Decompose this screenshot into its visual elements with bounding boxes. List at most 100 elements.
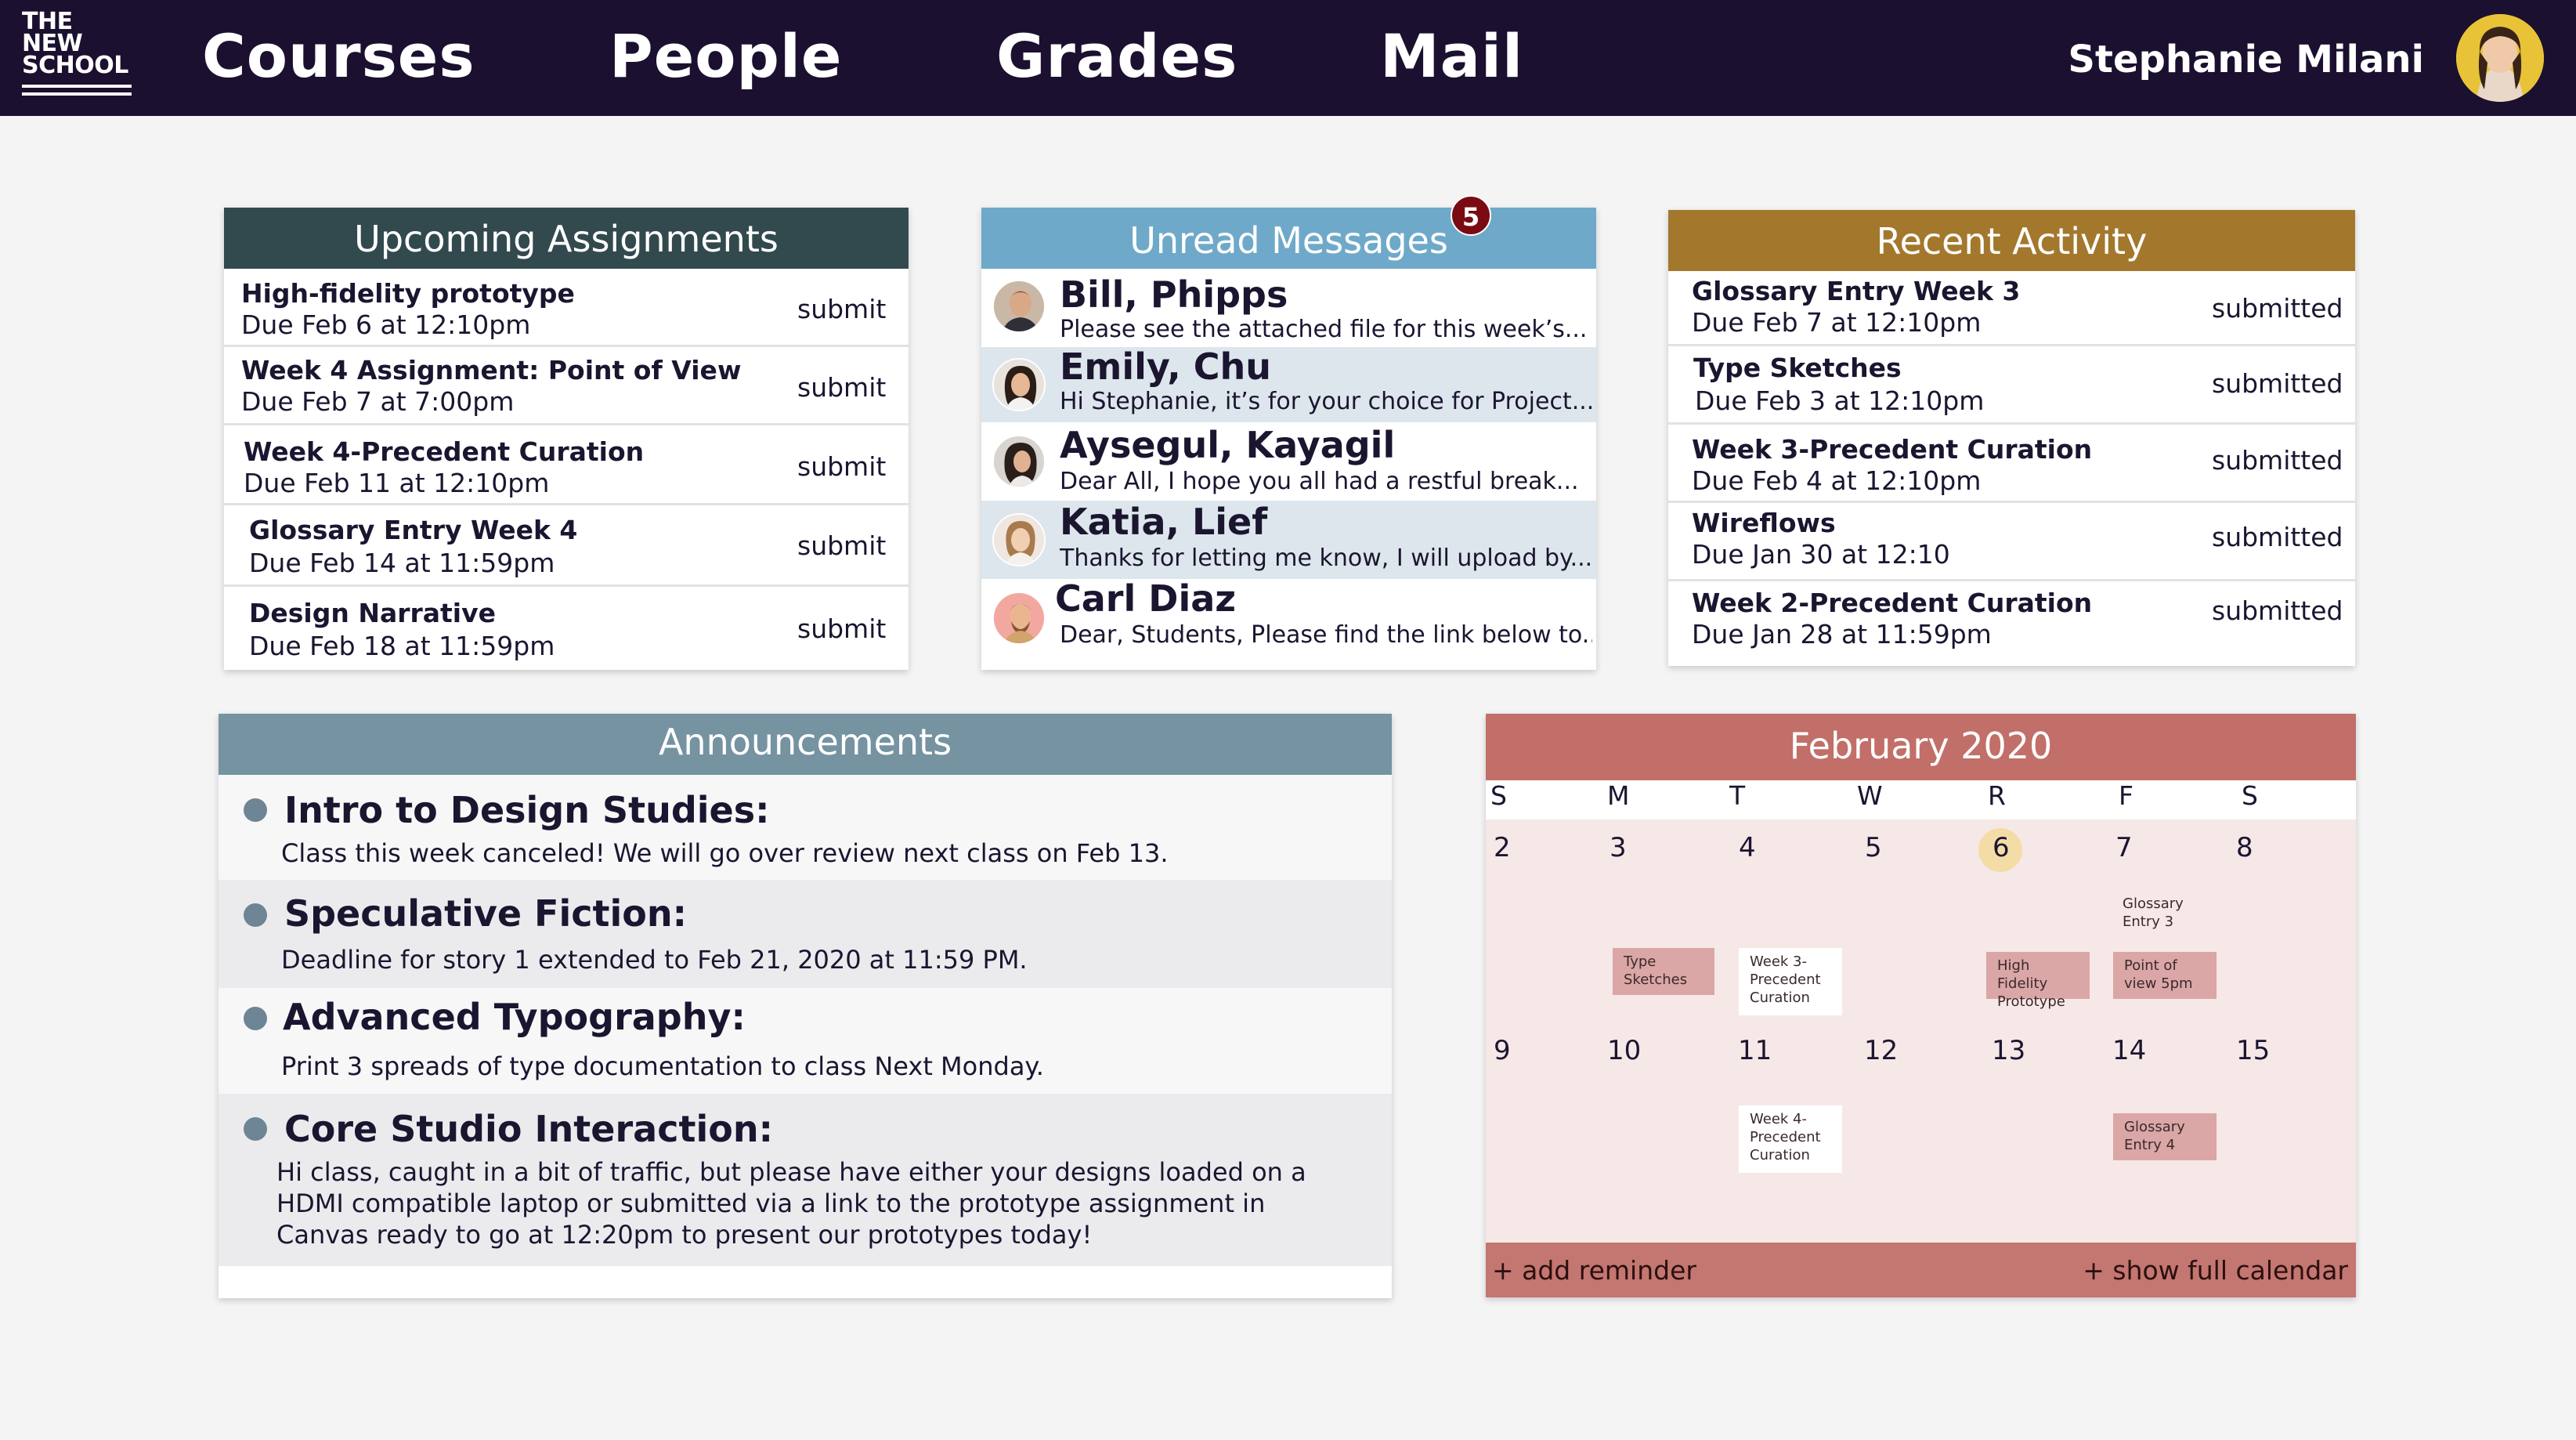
message-row[interactable]: Bill, Phipps Please see the attached fil… xyxy=(981,269,1596,347)
announcement-body: Class this week canceled! We will go ove… xyxy=(281,838,1169,868)
submitted-status: submitted xyxy=(2212,522,2343,552)
recent-activity-panel: Recent Activity Glossary Entry Week 3 Du… xyxy=(1668,210,2355,666)
logo-rule xyxy=(22,85,132,88)
the-new-school-logo[interactable]: THE NEW SCHOOL xyxy=(22,10,133,99)
assignment-due: Due Feb 11 at 12:10pm xyxy=(244,468,550,498)
calendar-day[interactable]: 2 xyxy=(1494,832,1511,863)
submit-link[interactable]: submit xyxy=(797,294,886,324)
announcement-item[interactable]: Intro to Design Studies: Class this week… xyxy=(219,775,1392,880)
calendar-day[interactable]: 11 xyxy=(1738,1035,1772,1066)
calendar-event-glossary-4[interactable]: Glossary Entry 4 xyxy=(2113,1113,2217,1160)
announcement-item[interactable]: Speculative Fiction: Deadline for story … xyxy=(219,880,1392,988)
calendar-day[interactable]: 13 xyxy=(1992,1035,2025,1066)
sender-avatar xyxy=(992,592,1046,645)
recent-activity-header: Recent Activity xyxy=(1668,210,2355,271)
bullet-icon xyxy=(244,1007,267,1030)
calendar-day[interactable]: 3 xyxy=(1610,832,1627,863)
sender-name: Bill, Phipps xyxy=(1060,273,1288,316)
weekday-label: W xyxy=(1857,780,1883,811)
calendar-day[interactable]: 8 xyxy=(2236,832,2253,863)
sender-avatar xyxy=(992,358,1046,411)
sender-avatar xyxy=(992,435,1046,488)
weekday-label: F xyxy=(2119,780,2133,811)
nav-courses[interactable]: Courses xyxy=(202,17,475,96)
calendar-day[interactable]: 15 xyxy=(2236,1035,2270,1066)
user-avatar-icon xyxy=(2456,14,2544,102)
assignment-row[interactable]: Week 4 Assignment: Point of View Due Feb… xyxy=(224,347,909,425)
person-avatar-icon xyxy=(994,515,1044,565)
person-avatar-icon xyxy=(994,436,1044,487)
submit-link[interactable]: submit xyxy=(797,451,886,482)
calendar-header[interactable]: February 2020 xyxy=(1486,714,2356,780)
submit-link[interactable]: submit xyxy=(797,613,886,644)
add-reminder-link[interactable]: + add reminder xyxy=(1492,1243,1696,1299)
announcement-item[interactable]: Advanced Typography: Print 3 spreads of … xyxy=(219,988,1392,1094)
activity-row[interactable]: Glossary Entry Week 3 Due Feb 7 at 12:10… xyxy=(1668,271,2355,346)
sender-name: Emily, Chu xyxy=(1060,346,1272,388)
unread-messages-header: Unread Messages xyxy=(981,208,1596,269)
logo-rule xyxy=(22,92,132,96)
activity-due: Due Feb 3 at 12:10pm xyxy=(1695,385,1985,416)
submitted-status: submitted xyxy=(2212,445,2343,476)
calendar-day[interactable]: 7 xyxy=(2115,832,2133,863)
bullet-icon xyxy=(244,1117,267,1141)
submit-link[interactable]: submit xyxy=(797,530,886,561)
sender-name: Katia, Lief xyxy=(1060,501,1268,543)
message-row[interactable]: Carl Diaz Dear, Students, Please find th… xyxy=(981,577,1596,670)
announcement-body: Hi class, caught in a bit of traffic, bu… xyxy=(276,1157,1306,1250)
calendar-day[interactable]: 10 xyxy=(1607,1035,1641,1066)
activity-row[interactable]: Type Sketches Due Feb 3 at 12:10pm submi… xyxy=(1668,346,2355,425)
assignment-row[interactable]: High-fidelity prototype Due Feb 6 at 12:… xyxy=(224,269,909,347)
announcement-item[interactable]: Core Studio Interaction: Hi class, caugh… xyxy=(219,1094,1392,1266)
activity-due: Due Feb 4 at 12:10pm xyxy=(1692,465,1982,496)
sender-avatar xyxy=(992,513,1046,566)
show-full-calendar-link[interactable]: + show full calendar xyxy=(2083,1243,2348,1299)
calendar-day[interactable]: 5 xyxy=(1865,832,1882,863)
nav-mail[interactable]: Mail xyxy=(1380,17,1523,96)
weekday-label: S xyxy=(2242,780,2258,811)
message-row[interactable]: Emily, Chu Hi Stephanie, it’s for your c… xyxy=(981,346,1596,422)
submit-link[interactable]: submit xyxy=(797,372,886,403)
calendar-event-high-fidelity[interactable]: High Fidelity Prototype xyxy=(1986,952,2090,1010)
activity-due: Due Feb 7 at 12:10pm xyxy=(1692,307,1982,338)
calendar-event-type-sketches[interactable]: Type Sketches xyxy=(1613,948,1714,995)
user-avatar[interactable] xyxy=(2456,14,2544,102)
activity-title: Type Sketches xyxy=(1693,353,1902,383)
assignment-row[interactable]: Week 4-Precedent Curation Due Feb 11 at … xyxy=(224,425,909,505)
assignment-title: High-fidelity prototype xyxy=(241,278,575,309)
calendar-day-today[interactable]: 6 xyxy=(1993,832,2010,863)
person-avatar-icon xyxy=(994,593,1044,643)
calendar-day[interactable]: 14 xyxy=(2112,1035,2146,1066)
sender-avatar xyxy=(992,280,1046,333)
message-preview: Thanks for letting me know, I will uploa… xyxy=(1060,545,1592,572)
assignment-title: Week 4-Precedent Curation xyxy=(244,436,645,467)
activity-due: Due Jan 30 at 12:10 xyxy=(1692,539,1950,570)
assignment-row[interactable]: Design Narrative Due Feb 18 at 11:59pm s… xyxy=(224,587,909,670)
calendar-event-week4-precedent[interactable]: Week 4- Precedent Curation xyxy=(1739,1105,1842,1173)
announcement-title: Intro to Design Studies: xyxy=(284,789,770,831)
announcement-title: Speculative Fiction: xyxy=(284,892,687,935)
calendar-day[interactable]: 9 xyxy=(1494,1035,1511,1066)
message-row[interactable]: Katia, Lief Thanks for letting me know, … xyxy=(981,501,1596,579)
calendar-day[interactable]: 4 xyxy=(1739,832,1756,863)
activity-row[interactable]: Week 2-Precedent Curation Due Jan 28 at … xyxy=(1668,581,2355,666)
assignment-row[interactable]: Glossary Entry Week 4 Due Feb 14 at 11:5… xyxy=(224,505,909,587)
user-name[interactable]: Stephanie Milani xyxy=(2068,31,2424,88)
unread-count-badge: 5 xyxy=(1451,195,1491,236)
activity-row[interactable]: Week 3-Precedent Curation Due Feb 4 at 1… xyxy=(1668,425,2355,503)
nav-people[interactable]: People xyxy=(609,17,842,96)
weekday-label: M xyxy=(1607,780,1630,811)
nav-grades[interactable]: Grades xyxy=(996,17,1237,96)
announcement-body: Print 3 spreads of type documentation to… xyxy=(281,1051,1044,1081)
logo-line-3: SCHOOL xyxy=(22,52,128,79)
calendar-event-week3-precedent[interactable]: Week 3- Precedent Curation xyxy=(1739,948,1842,1015)
upcoming-assignments-panel: Upcoming Assignments High-fidelity proto… xyxy=(224,208,909,670)
message-row[interactable]: Aysegul, Kayagil Dear All, I hope you al… xyxy=(981,422,1596,501)
activity-row[interactable]: Wireflows Due Jan 30 at 12:10 submitted xyxy=(1668,503,2355,581)
calendar-day[interactable]: 12 xyxy=(1864,1035,1898,1066)
top-navigation-bar: THE NEW SCHOOL Courses People Grades Mai… xyxy=(0,0,2576,116)
calendar-event-point-of-view[interactable]: Point of view 5pm xyxy=(2113,952,2217,999)
weekday-label: S xyxy=(1490,780,1507,811)
person-avatar-icon xyxy=(994,281,1044,331)
calendar-event-glossary-3[interactable]: Glossary Entry 3 xyxy=(2112,890,2206,935)
